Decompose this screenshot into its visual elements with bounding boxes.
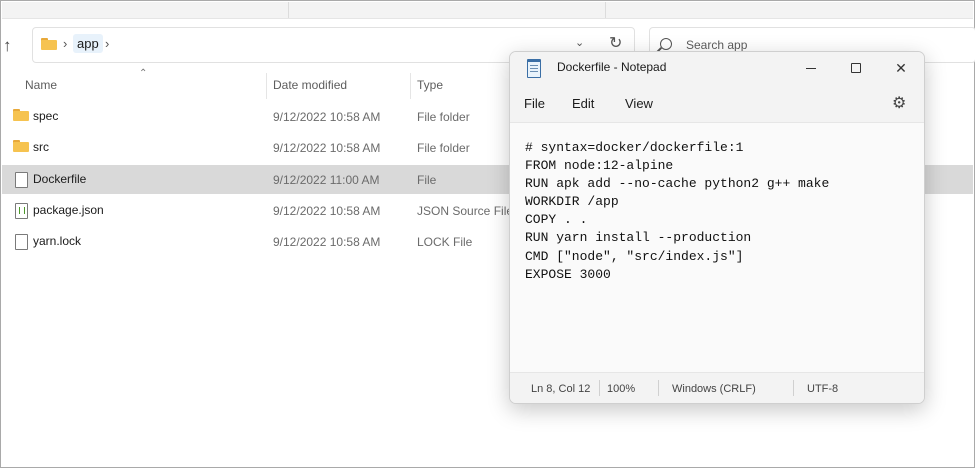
chevron-right-icon[interactable]: › bbox=[63, 36, 67, 51]
file-date: 9/12/2022 11:00 AM bbox=[273, 173, 380, 187]
file-date: 9/12/2022 10:58 AM bbox=[273, 110, 381, 124]
column-divider[interactable] bbox=[410, 73, 411, 99]
file-type: JSON Source File bbox=[417, 204, 514, 218]
editor-content[interactable]: # syntax=docker/dockerfile:1 FROM node:1… bbox=[525, 139, 829, 284]
sort-ascending-icon: ⌃ bbox=[139, 68, 148, 79]
file-date: 9/12/2022 10:58 AM bbox=[273, 141, 381, 155]
file-icon bbox=[15, 234, 28, 250]
minimize-icon bbox=[806, 68, 816, 69]
status-zoom: 100% bbox=[607, 383, 636, 395]
notepad-icon bbox=[527, 59, 541, 78]
search-placeholder: Search app bbox=[686, 38, 748, 52]
status-divider bbox=[599, 380, 600, 396]
file-date: 9/12/2022 10:58 AM bbox=[273, 204, 381, 218]
up-arrow-icon[interactable]: ↑ bbox=[3, 37, 12, 54]
file-type: File folder bbox=[417, 141, 470, 155]
text-editor[interactable]: # syntax=docker/dockerfile:1 FROM node:1… bbox=[510, 123, 924, 372]
file-name: Dockerfile bbox=[33, 172, 87, 186]
status-encoding: UTF-8 bbox=[807, 383, 839, 395]
toolbar-divider bbox=[288, 2, 289, 18]
notepad-menu-bar: File Edit View ⚙ bbox=[510, 84, 924, 123]
settings-gear-icon[interactable]: ⚙ bbox=[892, 93, 906, 113]
close-button[interactable]: ✕ bbox=[887, 57, 915, 79]
notepad-window[interactable]: Dockerfile - Notepad ✕ File Edit View ⚙ … bbox=[509, 51, 925, 404]
maximize-icon bbox=[851, 63, 861, 73]
chevron-right-icon[interactable]: › bbox=[105, 36, 109, 51]
file-name: package.json bbox=[33, 203, 104, 217]
file-icon bbox=[15, 172, 28, 188]
folder-icon bbox=[41, 38, 57, 50]
file-date: 9/12/2022 10:58 AM bbox=[273, 235, 381, 249]
status-line-ending: Windows (CRLF) bbox=[672, 383, 756, 395]
folder-icon bbox=[13, 109, 29, 121]
chevron-down-icon[interactable]: ⌄ bbox=[575, 36, 584, 49]
menu-file[interactable]: File bbox=[524, 96, 545, 111]
status-divider bbox=[793, 380, 794, 396]
file-type: LOCK File bbox=[417, 235, 473, 249]
json-file-icon bbox=[15, 203, 28, 219]
minimize-button[interactable] bbox=[797, 57, 825, 79]
status-divider bbox=[658, 380, 659, 396]
file-name: src bbox=[33, 140, 49, 154]
column-header-type[interactable]: Type bbox=[417, 78, 443, 92]
maximize-button[interactable] bbox=[842, 57, 870, 79]
explorer-toolbar-strip bbox=[2, 2, 973, 19]
column-divider[interactable] bbox=[266, 73, 267, 99]
toolbar-divider bbox=[605, 2, 606, 18]
status-cursor-position: Ln 8, Col 12 bbox=[531, 383, 591, 395]
close-icon: ✕ bbox=[895, 60, 907, 76]
file-type: File folder bbox=[417, 110, 470, 124]
refresh-icon[interactable]: ↻ bbox=[609, 33, 622, 53]
breadcrumb-app[interactable]: app bbox=[73, 34, 103, 53]
column-header-date[interactable]: Date modified bbox=[273, 78, 347, 92]
notepad-title-bar[interactable]: Dockerfile - Notepad ✕ bbox=[510, 52, 924, 84]
status-bar: Ln 8, Col 12 100% Windows (CRLF) UTF-8 bbox=[510, 372, 924, 403]
folder-icon bbox=[13, 140, 29, 152]
search-icon bbox=[660, 38, 672, 50]
menu-view[interactable]: View bbox=[625, 96, 653, 111]
file-type: File bbox=[417, 173, 437, 187]
menu-edit[interactable]: Edit bbox=[572, 96, 594, 111]
column-header-name[interactable]: Name bbox=[25, 78, 57, 92]
file-name: yarn.lock bbox=[33, 234, 82, 248]
window-title: Dockerfile - Notepad bbox=[557, 60, 667, 74]
file-name: spec bbox=[33, 109, 59, 123]
